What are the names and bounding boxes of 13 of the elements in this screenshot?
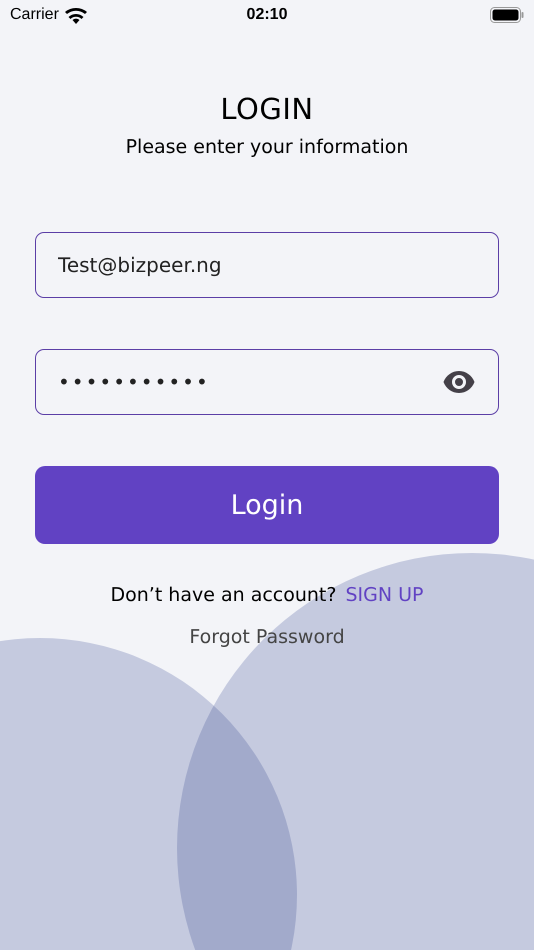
screen-subtitle: Please enter your information — [126, 136, 408, 158]
login-button[interactable]: Login — [35, 466, 499, 544]
forgot-password-link[interactable]: Forgot Password — [189, 626, 345, 648]
clock-time: 02:10 — [246, 6, 288, 24]
battery-icon — [490, 7, 524, 23]
wifi-icon — [64, 6, 87, 24]
carrier-label: Carrier — [10, 6, 59, 24]
eye-icon[interactable] — [443, 371, 475, 393]
email-field[interactable]: Test@bizpeer.ng — [35, 232, 499, 298]
screen-title: LOGIN — [220, 92, 314, 126]
password-field[interactable]: ••••••••••• — [35, 349, 499, 415]
signup-prompt: Don’t have an account? — [110, 584, 336, 606]
signup-link[interactable]: SIGN UP — [345, 584, 424, 606]
